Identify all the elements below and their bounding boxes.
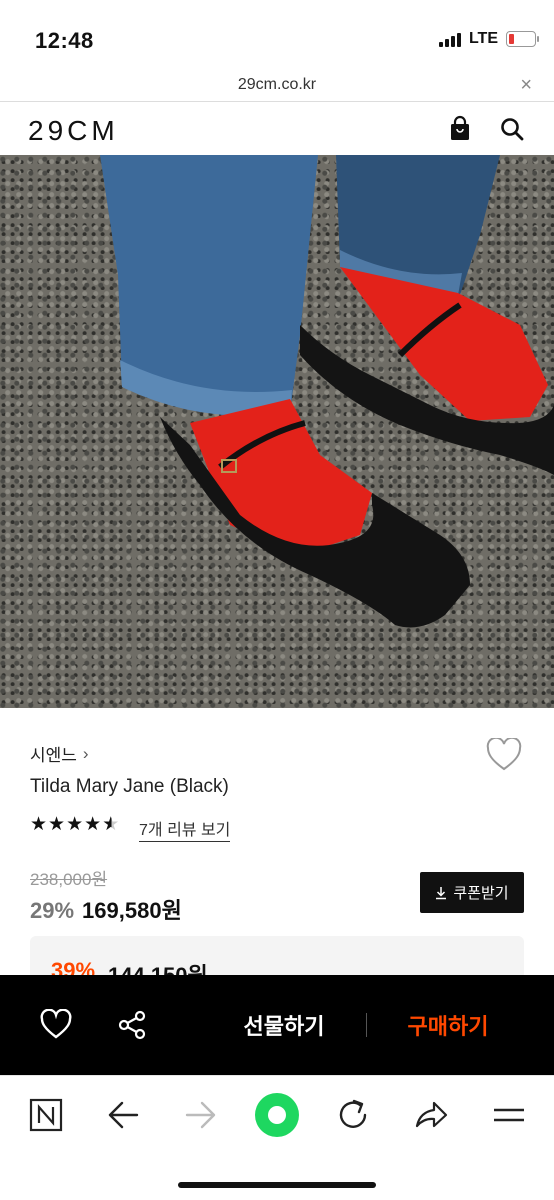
- home-indicator[interactable]: [178, 1182, 376, 1188]
- coupon-button-label[interactable]: 쿠폰받기: [453, 882, 508, 903]
- network-label: LTE: [468, 30, 498, 47]
- share-icon[interactable]: [116, 1009, 148, 1041]
- back-arrow-icon[interactable]: [104, 1096, 142, 1134]
- browser-toolbar: [0, 1075, 554, 1200]
- chevron-right-icon: ›: [82, 743, 89, 763]
- forward-arrow-icon[interactable]: [182, 1096, 220, 1134]
- star-icon: ★: [84, 814, 102, 835]
- action-divider: [366, 1013, 367, 1037]
- rating-stars: ★ ★ ★ ★ ★: [30, 815, 119, 834]
- wishlist-heart-icon[interactable]: [486, 738, 522, 772]
- naver-n-icon[interactable]: [27, 1096, 65, 1134]
- gift-button[interactable]: 선물하기: [200, 1009, 368, 1041]
- half-star-icon: ★: [102, 814, 120, 835]
- original-price: 238,000원: [30, 870, 108, 889]
- buy-button[interactable]: 구매하기: [370, 1009, 526, 1041]
- status-bar: 12:48 LTE: [0, 0, 554, 72]
- brand-name[interactable]: 시엔느: [30, 741, 77, 766]
- price-row: 29% 169,580원: [30, 893, 182, 925]
- site-header: 29CM: [0, 103, 554, 155]
- star-icon: ★: [30, 814, 48, 835]
- share-arrow-icon[interactable]: [412, 1096, 450, 1134]
- browser-url-bar[interactable]: 29cm.co.kr ×: [0, 72, 554, 102]
- menu-icon[interactable]: [490, 1096, 528, 1134]
- star-icon: ★: [48, 814, 66, 835]
- brand-link[interactable]: 시엔느 ›: [30, 741, 89, 766]
- product-info: 시엔느 › Tilda Mary Jane (Black) ★ ★ ★ ★ ★ …: [0, 708, 554, 996]
- product-name: Tilda Mary Jane (Black): [30, 776, 229, 797]
- shopping-bag-icon[interactable]: [446, 115, 474, 143]
- home-green-icon[interactable]: [254, 1092, 300, 1138]
- search-icon[interactable]: [498, 115, 526, 143]
- coupon-button[interactable]: 쿠폰받기: [420, 872, 524, 913]
- battery-icon: [506, 31, 539, 47]
- sale-price: 169,580원: [82, 898, 182, 923]
- product-image[interactable]: [0, 155, 554, 708]
- review-link[interactable]: 7개 리뷰 보기: [139, 816, 231, 842]
- star-icon: ★: [66, 814, 84, 835]
- url-text[interactable]: 29cm.co.kr: [0, 76, 554, 94]
- purchase-action-bar: 선물하기 구매하기: [0, 975, 554, 1075]
- product-photo: [100, 155, 554, 628]
- download-icon: [436, 886, 447, 899]
- heart-icon[interactable]: [40, 1009, 72, 1041]
- signal-icon: [438, 31, 461, 47]
- status-time: 12:48: [35, 28, 94, 53]
- status-right: LTE: [438, 30, 539, 48]
- close-icon[interactable]: ×: [520, 74, 532, 97]
- site-logo[interactable]: 29CM: [28, 115, 119, 147]
- discount-rate: 29%: [30, 898, 75, 923]
- reload-icon[interactable]: [334, 1096, 372, 1134]
